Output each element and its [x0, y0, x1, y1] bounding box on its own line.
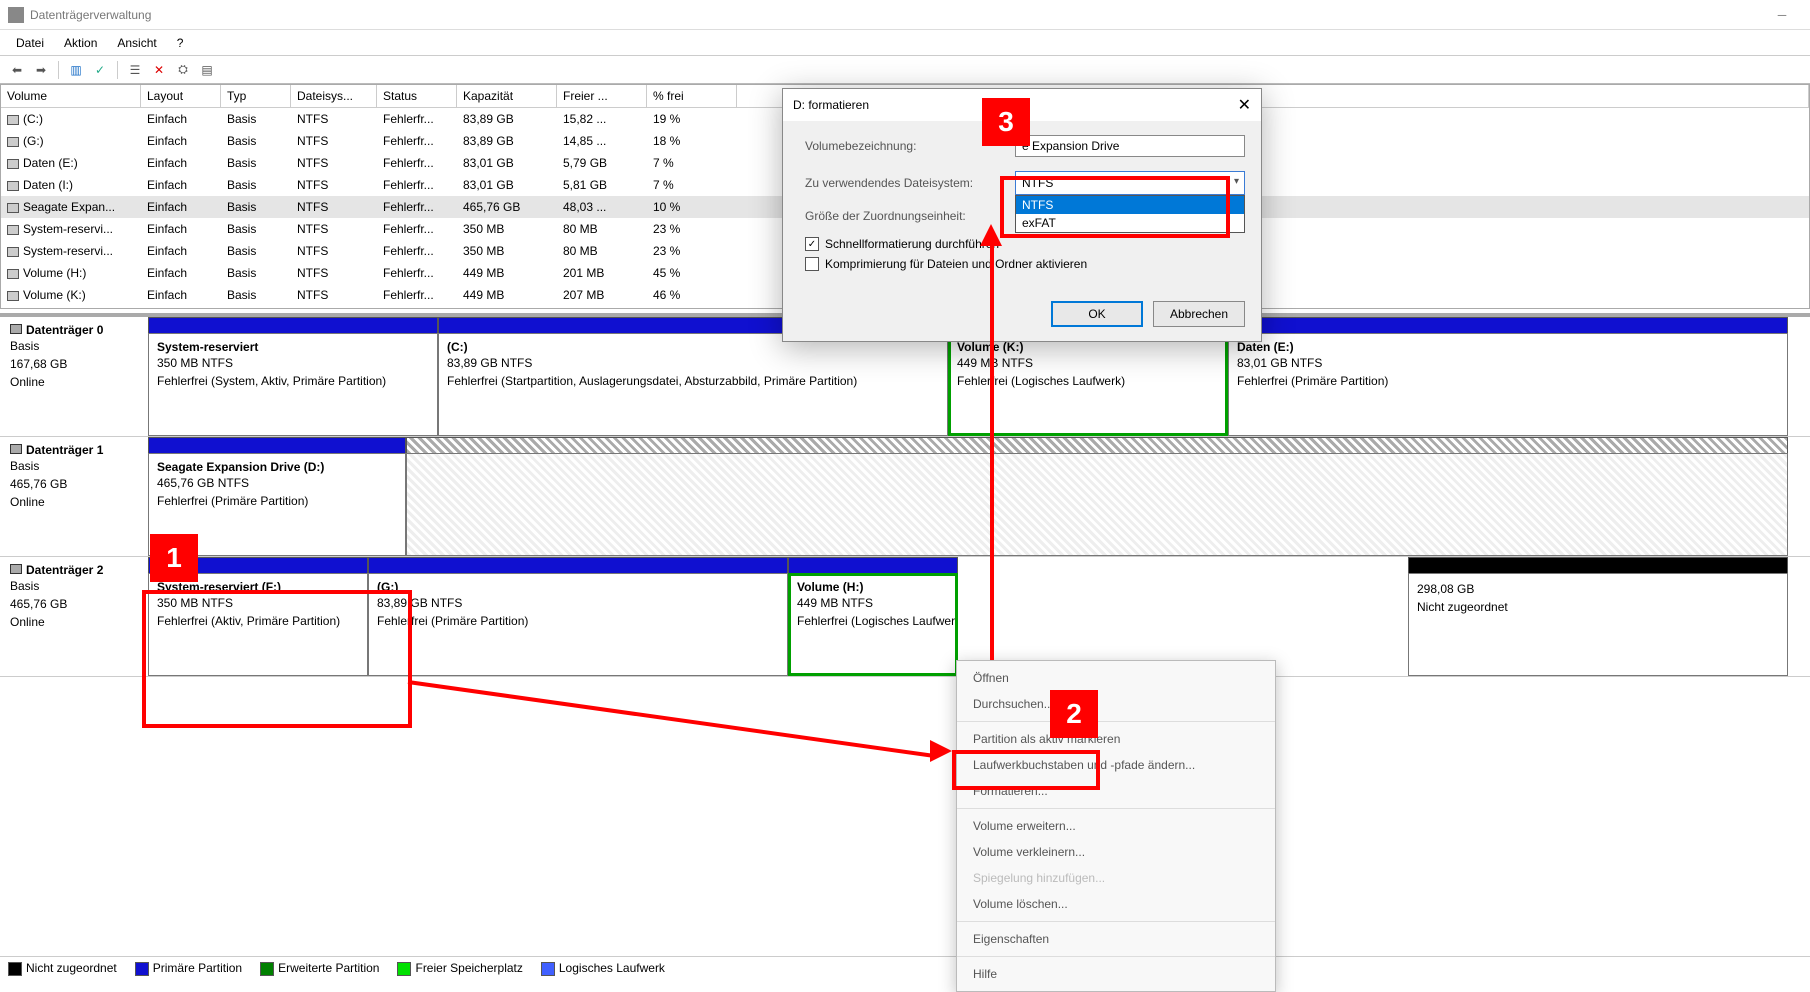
- fs-dropdown[interactable]: NTFS▾ NTFS exFAT: [1015, 171, 1245, 195]
- vol-label: Volumebezeichnung:: [805, 139, 1015, 153]
- quickformat-checkbox[interactable]: ✓Schnellformatierung durchführen: [805, 237, 1245, 251]
- legend-item: Erweiterte Partition: [260, 961, 379, 976]
- legend-item: Nicht zugeordnet: [8, 961, 117, 976]
- context-menu: ÖffnenDurchsuchen... Partition als aktiv …: [956, 660, 1276, 992]
- fs-option-exfat[interactable]: exFAT: [1016, 214, 1244, 232]
- grid-icon[interactable]: ▤: [196, 59, 218, 81]
- col-fs[interactable]: Dateisys...: [291, 85, 377, 107]
- disk-block: Datenträger 2Basis465,76 GBOnlineSystem-…: [0, 557, 1810, 677]
- cancel-button[interactable]: Abbrechen: [1153, 301, 1245, 327]
- menu-file[interactable]: Datei: [6, 32, 54, 54]
- ctx-item[interactable]: Volume verkleinern...: [957, 839, 1275, 865]
- ctx-item[interactable]: Öffnen: [957, 665, 1275, 691]
- menubar: Datei Aktion Ansicht ?: [0, 30, 1810, 56]
- vol-name-input[interactable]: [1015, 135, 1245, 157]
- dialog-titlebar: D: formatieren ✕: [783, 89, 1261, 121]
- legend-item: Freier Speicherplatz: [397, 961, 522, 976]
- refresh-icon[interactable]: ✓: [89, 59, 111, 81]
- ctx-item[interactable]: Durchsuchen...: [957, 691, 1275, 717]
- partition[interactable]: 298,08 GBNicht zugeordnet: [1408, 573, 1788, 676]
- dialog-title: D: formatieren: [793, 98, 869, 112]
- ctx-item[interactable]: Volume löschen...: [957, 891, 1275, 917]
- fs-label: Zu verwendendes Dateisystem:: [805, 176, 1015, 190]
- col-percent[interactable]: % frei: [647, 85, 737, 107]
- delete-icon[interactable]: ✕: [148, 59, 170, 81]
- minimize-button[interactable]: ─: [1762, 5, 1802, 25]
- partition[interactable]: Daten (E:)83,01 GB NTFSFehlerfrei (Primä…: [1228, 333, 1788, 436]
- col-status[interactable]: Status: [377, 85, 457, 107]
- col-capacity[interactable]: Kapazität: [457, 85, 557, 107]
- close-icon[interactable]: ✕: [1238, 95, 1251, 115]
- legend-item: Primäre Partition: [135, 961, 242, 976]
- partition[interactable]: Volume (H:)449 MB NTFSFehlerfrei (Logisc…: [788, 573, 958, 676]
- forward-icon[interactable]: ➡: [30, 59, 52, 81]
- alloc-label: Größe der Zuordnungseinheit:: [805, 209, 1015, 223]
- view-icon[interactable]: ▥: [65, 59, 87, 81]
- col-layout[interactable]: Layout: [141, 85, 221, 107]
- ctx-item[interactable]: Eigenschaften: [957, 926, 1275, 952]
- col-type[interactable]: Typ: [221, 85, 291, 107]
- partition[interactable]: (C:)83,89 GB NTFSFehlerfrei (Startpartit…: [438, 333, 948, 436]
- disk-block: Datenträger 1Basis465,76 GBOnlineSeagate…: [0, 437, 1810, 557]
- legend: Nicht zugeordnet Primäre Partition Erweite…: [0, 956, 1810, 980]
- properties-icon[interactable]: ☰: [124, 59, 146, 81]
- app-icon: [8, 7, 24, 23]
- fs-option-ntfs[interactable]: NTFS: [1016, 196, 1244, 214]
- col-volume[interactable]: Volume: [1, 85, 141, 107]
- toolbar: ⬅ ➡ ▥ ✓ ☰ ✕ ⛭ ▤: [0, 56, 1810, 84]
- ok-button[interactable]: OK: [1051, 301, 1143, 327]
- legend-item: Logisches Laufwerk: [541, 961, 665, 976]
- window-title: Datenträgerverwaltung: [30, 8, 151, 22]
- menu-help[interactable]: ?: [167, 32, 194, 54]
- ctx-item[interactable]: Laufwerkbuchstaben und -pfade ändern...: [957, 752, 1275, 778]
- partition[interactable]: (G:)83,89 GB NTFSFehlerfrei (Primäre Par…: [368, 573, 788, 676]
- ctx-item[interactable]: Formatieren...: [957, 778, 1275, 804]
- compress-checkbox[interactable]: Komprimierung für Dateien und Ordner akt…: [805, 257, 1245, 271]
- settings-icon[interactable]: ⛭: [172, 59, 194, 81]
- disk-graphics: Datenträger 0Basis167,68 GBOnlineSystem-…: [0, 313, 1810, 677]
- back-icon[interactable]: ⬅: [6, 59, 28, 81]
- partition[interactable]: Volume (K:)449 MB NTFSFehlerfrei (Logisc…: [948, 333, 1228, 436]
- ctx-item[interactable]: Volume erweitern...: [957, 813, 1275, 839]
- chevron-down-icon: ▾: [1234, 176, 1239, 187]
- format-dialog: D: formatieren ✕ Volumebezeichnung: Zu v…: [782, 88, 1262, 342]
- ctx-item: Spiegelung hinzufügen...: [957, 865, 1275, 891]
- partition[interactable]: [406, 453, 1788, 556]
- menu-view[interactable]: Ansicht: [107, 32, 166, 54]
- col-free[interactable]: Freier ...: [557, 85, 647, 107]
- ctx-item[interactable]: Partition als aktiv markieren: [957, 726, 1275, 752]
- partition[interactable]: System-reserviert350 MB NTFSFehlerfrei (…: [148, 333, 438, 436]
- menu-action[interactable]: Aktion: [54, 32, 107, 54]
- partition[interactable]: Seagate Expansion Drive (D:)465,76 GB NT…: [148, 453, 406, 556]
- window-titlebar: Datenträgerverwaltung ─: [0, 0, 1810, 30]
- partition[interactable]: System-reserviert (F:)350 MB NTFSFehlerf…: [148, 573, 368, 676]
- ctx-item[interactable]: Hilfe: [957, 961, 1275, 987]
